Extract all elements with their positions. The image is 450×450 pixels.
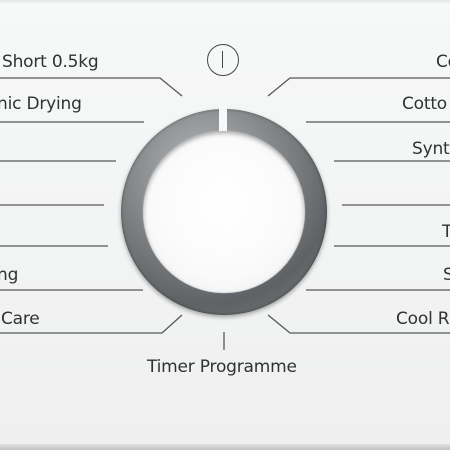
program-label-right-2: Cotto — [402, 94, 448, 114]
program-label-bottom: Timer Programme — [147, 357, 297, 377]
program-label-right-3: Synt — [412, 139, 450, 159]
program-label-left-4: Care — [1, 309, 40, 329]
program-label-left-3: ng — [0, 265, 19, 285]
program-selector-knob[interactable] — [121, 105, 327, 315]
program-label-left-2: nic Drying — [0, 94, 82, 114]
program-label-right-6: Cool R — [396, 309, 450, 329]
knob-center — [143, 131, 305, 293]
panel-bottom-edge — [0, 444, 450, 450]
control-panel: Short 0.5kg nic Drying ng Care Co Cotto … — [0, 0, 450, 447]
program-label-right-1: Co — [436, 52, 450, 72]
program-label-left-1: Short 0.5kg — [2, 52, 99, 72]
program-label-right-5: S — [443, 265, 450, 285]
power-icon[interactable] — [207, 44, 239, 76]
program-label-right-4: T — [442, 222, 450, 242]
